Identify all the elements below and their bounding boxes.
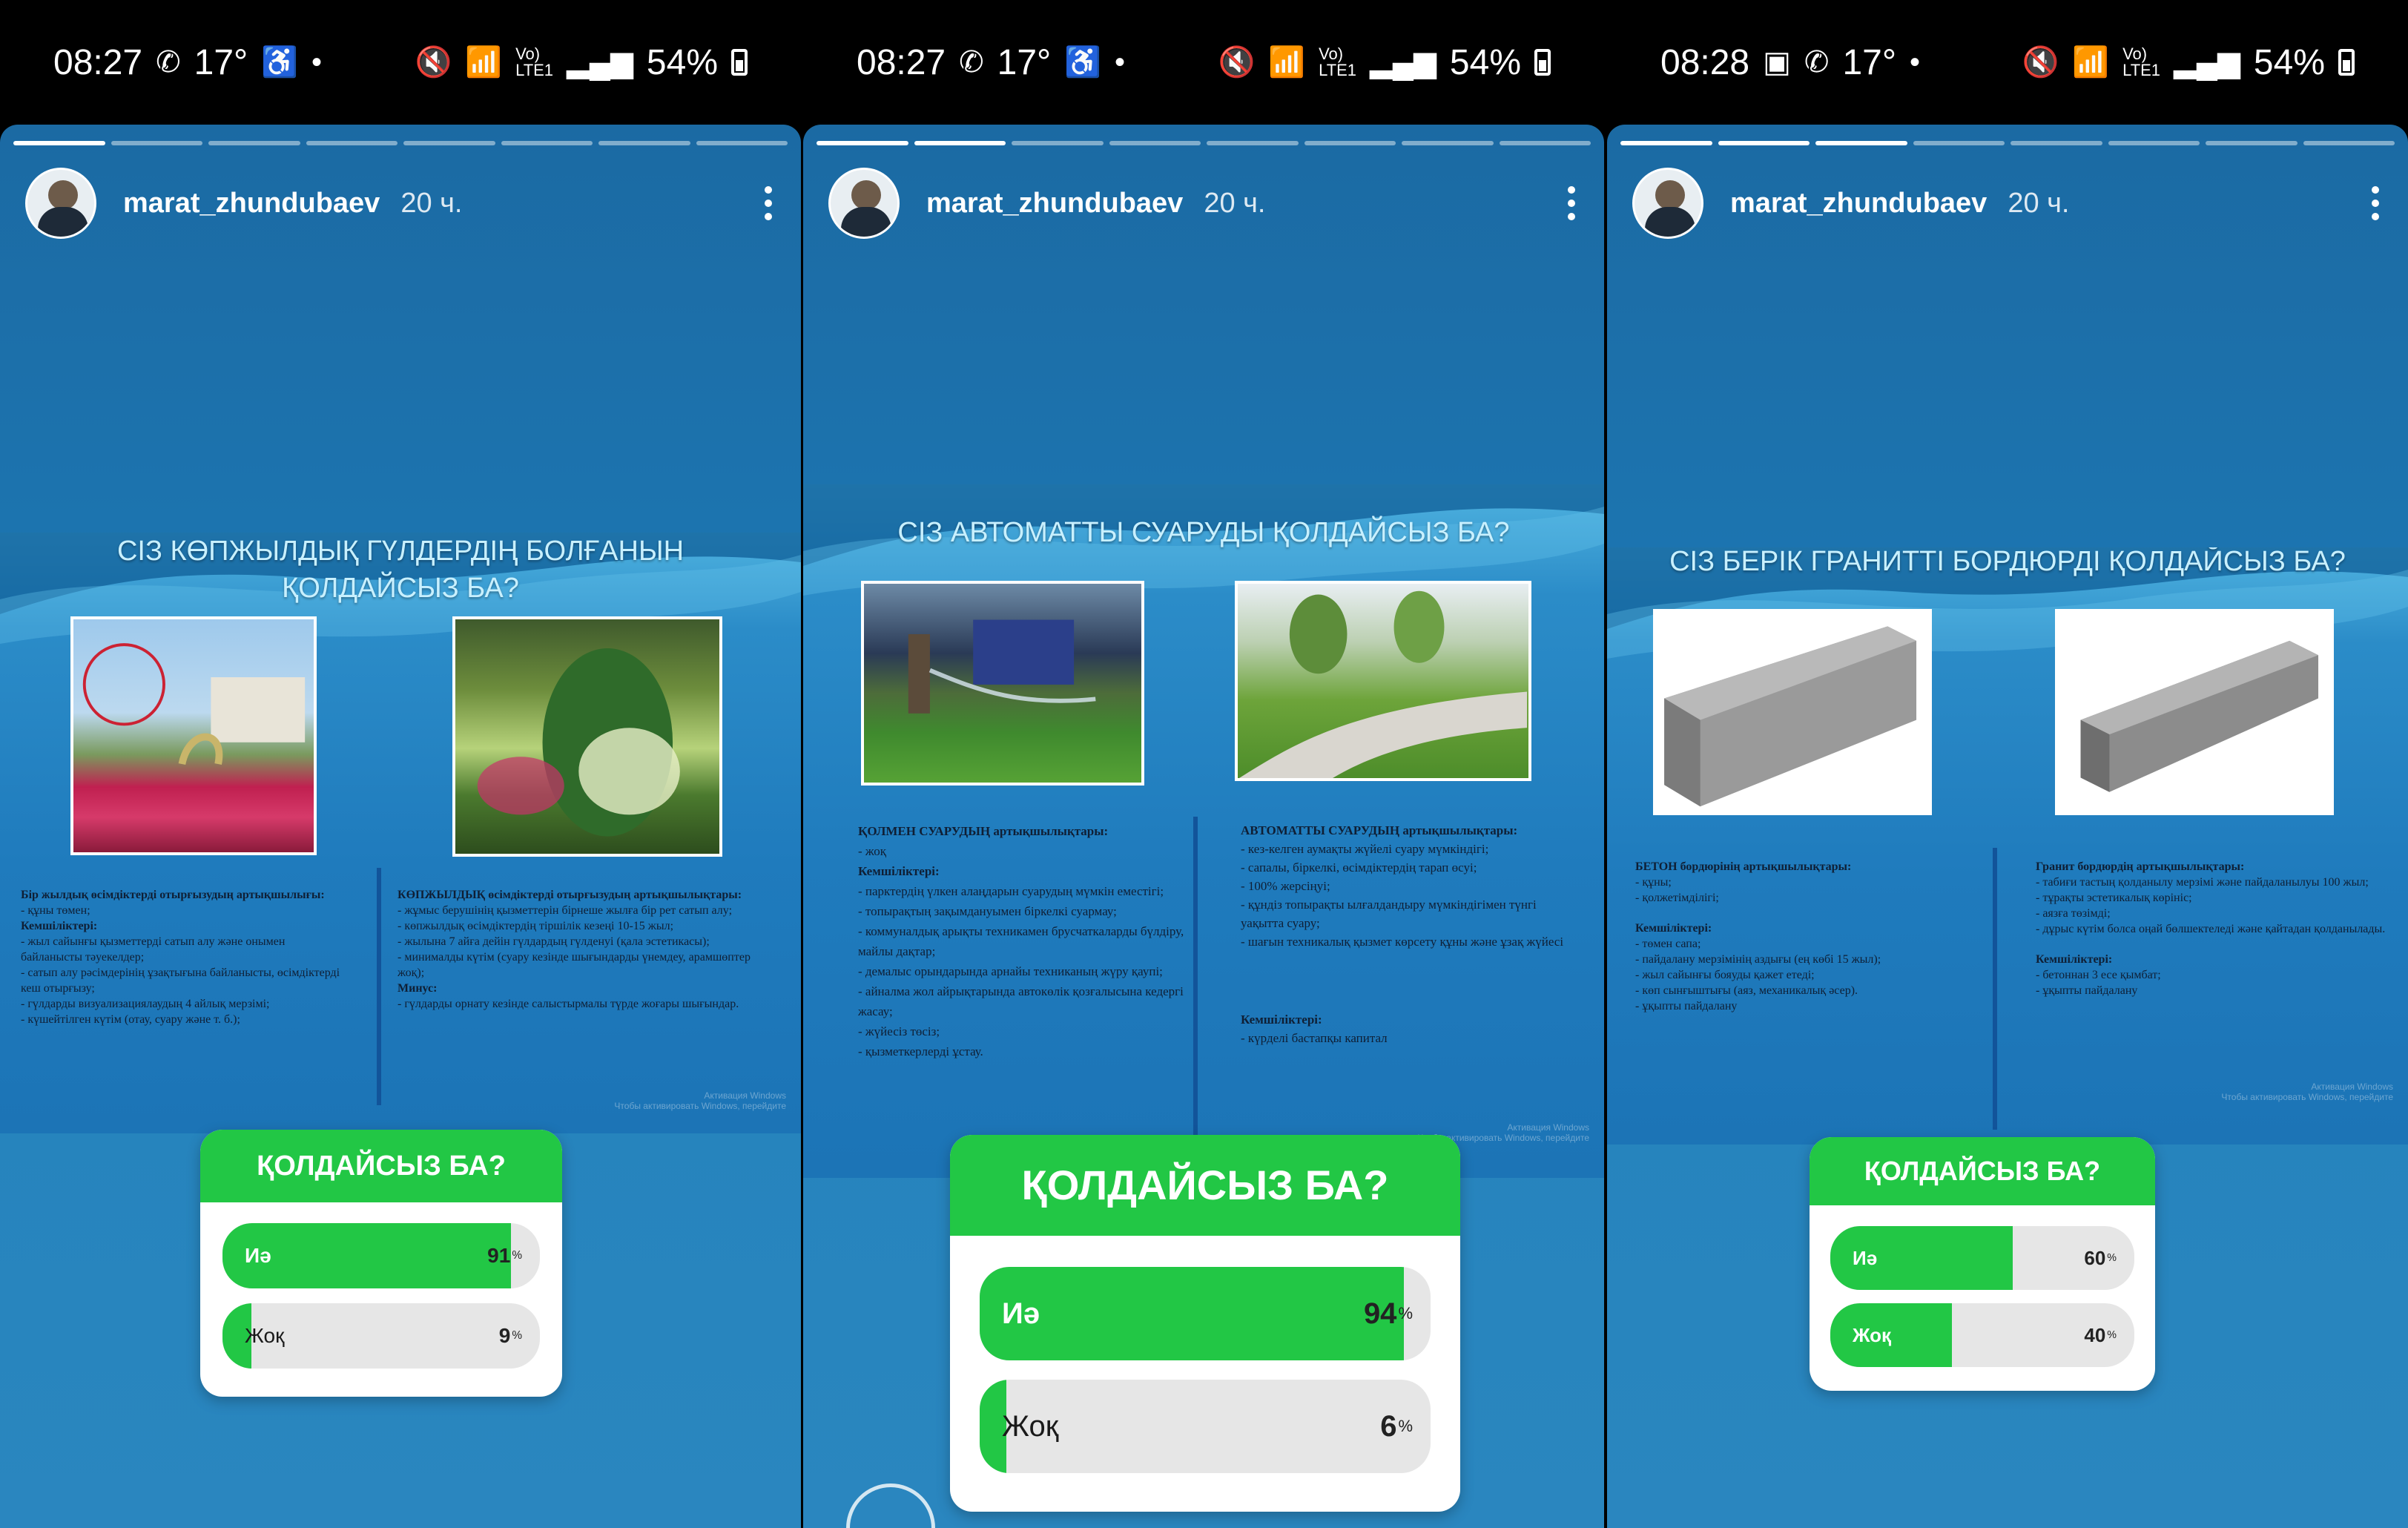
avatar[interactable]: [1632, 168, 1703, 239]
poll-sticker[interactable]: ҚОЛДАЙСЫЗ БА? Иә 94% Жоқ 6%: [950, 1135, 1460, 1512]
mute-icon: 🔇: [415, 46, 452, 79]
poll-option-no[interactable]: Жоқ 40%: [1830, 1303, 2134, 1367]
signal-icon: ▂▄▆: [2174, 46, 2240, 79]
slide-title: СІЗ АВТОМАТТЫ СУАРУДЫ ҚОЛДАЙСЫЗ БА?: [897, 517, 1510, 548]
volte-icon: Vo) LTE1: [515, 45, 554, 79]
status-temperature: 17°: [997, 42, 1052, 82]
poll-question: ҚОЛДАЙСЫЗ БА?: [200, 1130, 562, 1202]
whatsapp-icon: ✆: [959, 46, 984, 79]
story-screenshot-1: 08:27 ✆ 17° ♿ • 🔇 📶 Vo) LTE1 ▂▄▆ 54% mara…: [0, 0, 801, 1528]
battery-icon: [2338, 49, 2355, 76]
story-progress: [13, 141, 788, 145]
granite-curb-text: Гранит бордюрдің артықшылықтары: - табиғ…: [2036, 860, 2386, 997]
status-bar: 08:28 ▣ ✆ 17° • 🔇 📶 Vo) LTE1 ▂▄▆ 54%: [1607, 0, 2408, 125]
poll-question: ҚОЛДАЙСЫЗ БА?: [950, 1135, 1460, 1236]
granite-curb-photo: [2055, 609, 2334, 815]
status-bar: 08:27 ✆ 17° ♿ • 🔇 📶 Vo) LTE1 ▂▄▆ 54%: [803, 0, 1604, 125]
username[interactable]: marat_zhundubaev: [123, 188, 380, 220]
poll-option-no[interactable]: Жоқ 9%: [222, 1303, 540, 1369]
story-header: marat_zhundubaev 20 ч.: [828, 166, 1579, 240]
status-time: 08:27: [857, 42, 946, 82]
poll-option-yes[interactable]: Иә 94%: [980, 1267, 1431, 1360]
story-view[interactable]: marat_zhundubaev 20 ч. СІЗ АВТОМАТТЫ СУА…: [803, 125, 1604, 1528]
status-bar: 08:27 ✆ 17° ♿ • 🔇 📶 Vo) LTE1 ▂▄▆ 54%: [0, 0, 801, 125]
signal-icon: ▂▄▆: [567, 46, 633, 79]
mute-icon: 🔇: [2022, 46, 2059, 79]
presentation-slide: СІЗ АВТОМАТТЫ СУАРУДЫ ҚОЛДАЙСЫЗ БА? ҚОЛМ…: [803, 484, 1604, 1178]
story-screenshot-2: 08:27 ✆ 17° ♿ • 🔇 📶 Vo) LTE1 ▂▄▆ 54% mara…: [803, 0, 1604, 1528]
automatic-watering-text: АВТОМАТТЫ СУАРУДЫҢ артықшылықтары: - кез…: [1241, 823, 1564, 1045]
annuals-text: Бір жылдық өсімдіктерді отырғызудың арты…: [21, 889, 340, 1026]
whatsapp-icon: ✆: [156, 46, 181, 79]
battery-icon: [1534, 49, 1551, 76]
more-options-icon[interactable]: [1564, 186, 1579, 220]
presentation-slide: СІЗ БЕРІК ГРАНИТТІ БОРДЮРДІ ҚОЛДАЙСЫЗ БА…: [1607, 547, 2408, 1145]
notification-dot-icon: •: [311, 46, 323, 79]
battery-percent: 54%: [1449, 42, 1521, 82]
flower-park-photo: [70, 616, 317, 855]
story-view[interactable]: marat_zhundubaev 20 ч. СІЗ БЕРІК ГРАНИТТ…: [1607, 125, 2408, 1528]
mute-icon: 🔇: [1218, 46, 1256, 79]
manual-watering-text: ҚОЛМЕН СУАРУДЫҢ артықшылықтары: - жоқ Ке…: [858, 824, 1184, 1058]
story-progress: [1620, 141, 2395, 145]
slide-title: СІЗ КӨПЖЫЛДЫҚ ГҮЛДЕРДІҢ БОЛҒАНЫН ҚОЛДАЙС…: [116, 536, 685, 604]
volte-icon: Vo) LTE1: [1319, 45, 1357, 79]
concrete-curb-text: БЕТОН бордюрінің артықшылықтары: - құны;…: [1635, 860, 1881, 1012]
story-progress: [817, 141, 1591, 145]
concrete-curb-photo: [1653, 609, 1932, 815]
status-time: 08:28: [1660, 42, 1750, 82]
more-options-icon[interactable]: [2368, 186, 2383, 220]
signal-icon: ▂▄▆: [1370, 46, 1436, 79]
avatar[interactable]: [828, 168, 900, 239]
post-time: 20 ч.: [400, 187, 463, 219]
wifi-icon: 📶: [465, 46, 503, 79]
poll-sticker[interactable]: ҚОЛДАЙСЫЗ БА? Иә 91% Жоқ 9%: [200, 1130, 562, 1397]
poll-question: ҚОЛДАЙСЫЗ БА?: [1810, 1137, 2155, 1205]
status-temperature: 17°: [194, 42, 248, 82]
accessibility-icon: ♿: [1064, 46, 1102, 79]
poll-option-yes[interactable]: Иә 60%: [1830, 1226, 2134, 1290]
volte-icon: Vo) LTE1: [2122, 45, 2161, 79]
accessibility-icon: ♿: [261, 46, 299, 79]
story-view[interactable]: marat_zhundubaev 20 ч. СІЗ КӨПЖЫЛДЫҚ ГҮЛ…: [0, 125, 801, 1528]
slide-title: СІЗ БЕРІК ГРАНИТТІ БОРДЮРДІ ҚОЛДАЙСЫЗ БА…: [1669, 547, 2346, 577]
windows-activation-watermark: Активация Windows Чтобы активировать Win…: [2221, 1081, 2393, 1102]
battery-icon: [731, 49, 748, 76]
battery-percent: 54%: [2253, 42, 2325, 82]
avatar[interactable]: [25, 168, 96, 239]
poll-option-no[interactable]: Жоқ 6%: [980, 1380, 1431, 1473]
story-header: marat_zhundubaev 20 ч.: [1632, 166, 2383, 240]
windows-activation-watermark: Активация Windows Чтобы активировать Win…: [614, 1090, 786, 1111]
perennial-flowers-photo: [452, 616, 722, 857]
presentation-slide: СІЗ КӨПЖЫЛДЫҚ ГҮЛДЕРДІҢ БОЛҒАНЫН ҚОЛДАЙС…: [0, 533, 801, 1133]
battery-percent: 54%: [646, 42, 718, 82]
more-options-icon[interactable]: [761, 186, 776, 220]
wifi-icon: 📶: [2072, 46, 2110, 79]
manual-watering-photo: [861, 581, 1144, 786]
perennials-text: КӨПЖЫЛДЫҚ өсімдіктерді отырғызудың артық…: [398, 889, 751, 1010]
post-time: 20 ч.: [2008, 187, 2070, 219]
poll-sticker[interactable]: ҚОЛДАЙСЫЗ БА? Иә 60% Жоқ 40%: [1810, 1137, 2155, 1391]
whatsapp-icon: ✆: [1804, 46, 1830, 79]
wifi-icon: 📶: [1268, 46, 1306, 79]
reply-circle[interactable]: [846, 1483, 935, 1528]
username[interactable]: marat_zhundubaev: [1730, 188, 1987, 220]
notification-dot-icon: •: [1115, 46, 1126, 79]
story-header: marat_zhundubaev 20 ч.: [25, 166, 776, 240]
notification-dot-icon: •: [1910, 46, 1921, 79]
poll-option-yes[interactable]: Иә 91%: [222, 1223, 540, 1288]
story-screenshot-3: 08:28 ▣ ✆ 17° • 🔇 📶 Vo) LTE1 ▂▄▆ 54% mara…: [1607, 0, 2408, 1528]
username[interactable]: marat_zhundubaev: [926, 188, 1183, 220]
automatic-sprinkler-photo: [1235, 581, 1531, 781]
gallery-icon: ▣: [1763, 46, 1791, 79]
status-temperature: 17°: [1842, 42, 1897, 82]
status-time: 08:27: [53, 42, 143, 82]
post-time: 20 ч.: [1204, 187, 1266, 219]
